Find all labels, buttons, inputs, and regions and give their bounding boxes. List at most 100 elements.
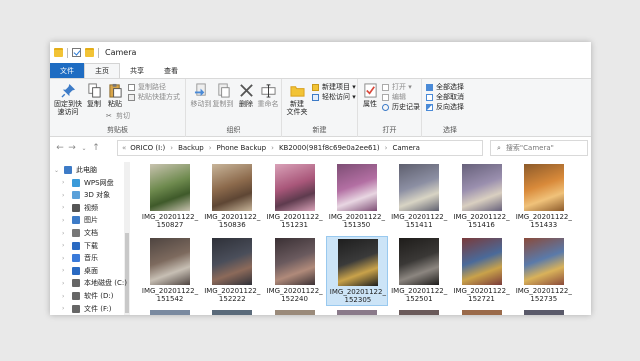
- file-tile[interactable]: IMG_20201122_ 152222: [201, 236, 263, 306]
- expand-chevron-icon[interactable]: ›: [62, 204, 70, 211]
- move-to-button[interactable]: 移动到: [190, 83, 212, 108]
- expand-chevron-icon[interactable]: ›: [62, 230, 70, 237]
- up-arrow-icon[interactable]: ↑: [90, 143, 102, 153]
- breadcrumb-device[interactable]: KB2000(981f8c69e0a2ee61): [279, 144, 380, 152]
- file-tile[interactable]: IMG_20201122_ 150836: [201, 162, 263, 232]
- collapse-chevron-icon[interactable]: ⌄: [54, 167, 62, 174]
- delete-button[interactable]: 删除: [236, 83, 256, 108]
- image-thumbnail-partial[interactable]: [212, 310, 253, 315]
- back-arrow-icon[interactable]: ←: [54, 143, 66, 153]
- image-thumbnail-partial[interactable]: [150, 310, 190, 315]
- breadcrumb-camera[interactable]: Camera: [392, 144, 419, 152]
- download-icon: [72, 241, 80, 250]
- file-tile[interactable]: IMG_20201122_ 151411: [388, 162, 450, 232]
- new-item-button[interactable]: 新建项目 ▾: [312, 83, 356, 92]
- tab-share[interactable]: 共享: [120, 63, 154, 78]
- sidebar-item[interactable]: › 视频: [58, 202, 98, 214]
- image-thumbnail: [274, 238, 315, 285]
- breadcrumb-phone-backup[interactable]: Phone Backup: [217, 144, 267, 152]
- sidebar-item[interactable]: › 桌面: [58, 265, 98, 277]
- file-tile[interactable]: IMG_20201122_ 152501: [388, 236, 450, 306]
- sidebar-item-label: 文件 (F:): [84, 304, 112, 313]
- sidebar-item[interactable]: › 下载: [58, 240, 98, 252]
- cut-button[interactable]: ✂ 剪切: [106, 112, 130, 121]
- select-all-button[interactable]: 全部选择: [426, 83, 464, 92]
- properties-button[interactable]: 属性: [360, 83, 380, 108]
- sidebar-item[interactable]: › 音乐: [58, 252, 98, 264]
- file-tile[interactable]: IMG_20201122_ 151542: [139, 236, 201, 306]
- address-bar[interactable]: « ORICO (I:) › Backup › Phone Backup › K…: [117, 140, 483, 156]
- image-thumbnail-partial[interactable]: [461, 310, 502, 315]
- file-tile[interactable]: IMG_20201122_ 152240: [264, 236, 326, 306]
- sidebar-item[interactable]: › WPS网盘: [58, 177, 114, 189]
- file-tile[interactable]: IMG_20201122_ 152305: [325, 236, 388, 306]
- overflow-chevron-icon[interactable]: «: [122, 144, 126, 152]
- file-tile[interactable]: IMG_20201122_ 152721: [451, 236, 513, 306]
- sidebar-item[interactable]: › 本地磁盘 (C:): [58, 277, 127, 289]
- file-tile[interactable]: IMG_20201122_ 152735: [513, 236, 575, 306]
- file-tile[interactable]: IMG_20201122_ 151416: [451, 162, 513, 232]
- pin-quick-access-button[interactable]: 固定到快 速访问: [53, 83, 83, 116]
- paste-shortcut-button[interactable]: 粘贴快捷方式: [128, 93, 180, 102]
- expand-chevron-icon[interactable]: ›: [62, 179, 70, 186]
- expand-chevron-icon[interactable]: ›: [62, 217, 70, 224]
- invert-selection-button[interactable]: 反向选择: [426, 103, 464, 112]
- history-button[interactable]: 历史记录: [382, 103, 420, 112]
- image-thumbnail-partial[interactable]: [336, 310, 377, 315]
- paste-button[interactable]: 粘贴: [106, 83, 124, 108]
- new-folder-icon: [289, 86, 305, 97]
- expand-chevron-icon[interactable]: ›: [62, 293, 70, 300]
- sidebar-item[interactable]: › 3D 对象: [58, 189, 110, 201]
- image-thumbnail-partial[interactable]: [399, 310, 440, 315]
- sidebar-item-label: 图片: [84, 216, 98, 225]
- sidebar-item[interactable]: › 文档: [58, 227, 98, 239]
- image-thumbnail-partial[interactable]: [274, 310, 315, 315]
- expand-chevron-icon[interactable]: ›: [62, 280, 70, 287]
- copy-button[interactable]: 复制: [84, 83, 104, 108]
- tab-home[interactable]: 主页: [84, 63, 120, 78]
- sidebar-item-label: WPS网盘: [84, 178, 114, 187]
- sidebar-item[interactable]: ⌄ 此电脑: [50, 164, 97, 176]
- file-tile[interactable]: IMG_20201122_ 151433: [513, 162, 575, 232]
- image-thumbnail: [523, 238, 564, 285]
- recent-chevron-icon[interactable]: ⌄: [78, 145, 90, 152]
- expand-chevron-icon[interactable]: ›: [62, 255, 70, 262]
- easy-access-button[interactable]: 轻松访问 ▾: [312, 93, 356, 102]
- tab-file[interactable]: 文件: [50, 63, 84, 78]
- properties-check-icon[interactable]: [72, 48, 81, 57]
- image-thumbnail-partial[interactable]: [523, 310, 564, 315]
- breadcrumb-drive[interactable]: ORICO (I:): [130, 144, 165, 152]
- sidebar-item[interactable]: › 软件 (D:): [58, 290, 113, 302]
- file-tile[interactable]: IMG_20201122_ 151231: [264, 162, 326, 232]
- pin-icon: [60, 83, 75, 98]
- open-button[interactable]: 打开 ▾: [382, 83, 412, 92]
- breadcrumb-backup[interactable]: Backup: [178, 144, 204, 152]
- tab-view[interactable]: 查看: [154, 63, 188, 78]
- divider: [67, 47, 68, 58]
- file-name: IMG_20201122_ 150836: [204, 213, 261, 229]
- sidebar-item[interactable]: › 文件 (F:): [58, 303, 112, 315]
- scissors-icon: ✂: [106, 112, 112, 120]
- copy-path-button[interactable]: 复制路径: [128, 83, 166, 92]
- move-to-icon: [194, 83, 206, 97]
- file-tile[interactable]: IMG_20201122_ 151350: [326, 162, 388, 232]
- scrollbar-thumb[interactable]: [125, 233, 129, 313]
- expand-chevron-icon[interactable]: ›: [62, 267, 70, 274]
- expand-chevron-icon[interactable]: ›: [62, 192, 70, 199]
- divider: [98, 47, 99, 58]
- image-thumbnail: [212, 164, 253, 211]
- expand-chevron-icon[interactable]: ›: [62, 305, 70, 312]
- sidebar-item[interactable]: › 图片: [58, 214, 98, 226]
- search-box[interactable]: ⌕ 搜索"Camera": [490, 140, 588, 156]
- new-folder-button[interactable]: 新建 文件夹: [284, 83, 310, 116]
- file-tile[interactable]: IMG_20201122_ 150827: [139, 162, 201, 232]
- new-folder-icon[interactable]: [85, 48, 94, 57]
- rename-button[interactable]: 重命名: [256, 83, 280, 108]
- expand-chevron-icon[interactable]: ›: [62, 242, 70, 249]
- select-none-button[interactable]: 全部取消: [426, 93, 464, 102]
- copy-to-button[interactable]: 复制到: [212, 83, 234, 108]
- sidebar-scrollbar[interactable]: [124, 162, 130, 315]
- edit-button[interactable]: 编辑: [382, 93, 406, 102]
- folder-icon[interactable]: [54, 48, 63, 57]
- forward-arrow-icon[interactable]: →: [66, 143, 78, 153]
